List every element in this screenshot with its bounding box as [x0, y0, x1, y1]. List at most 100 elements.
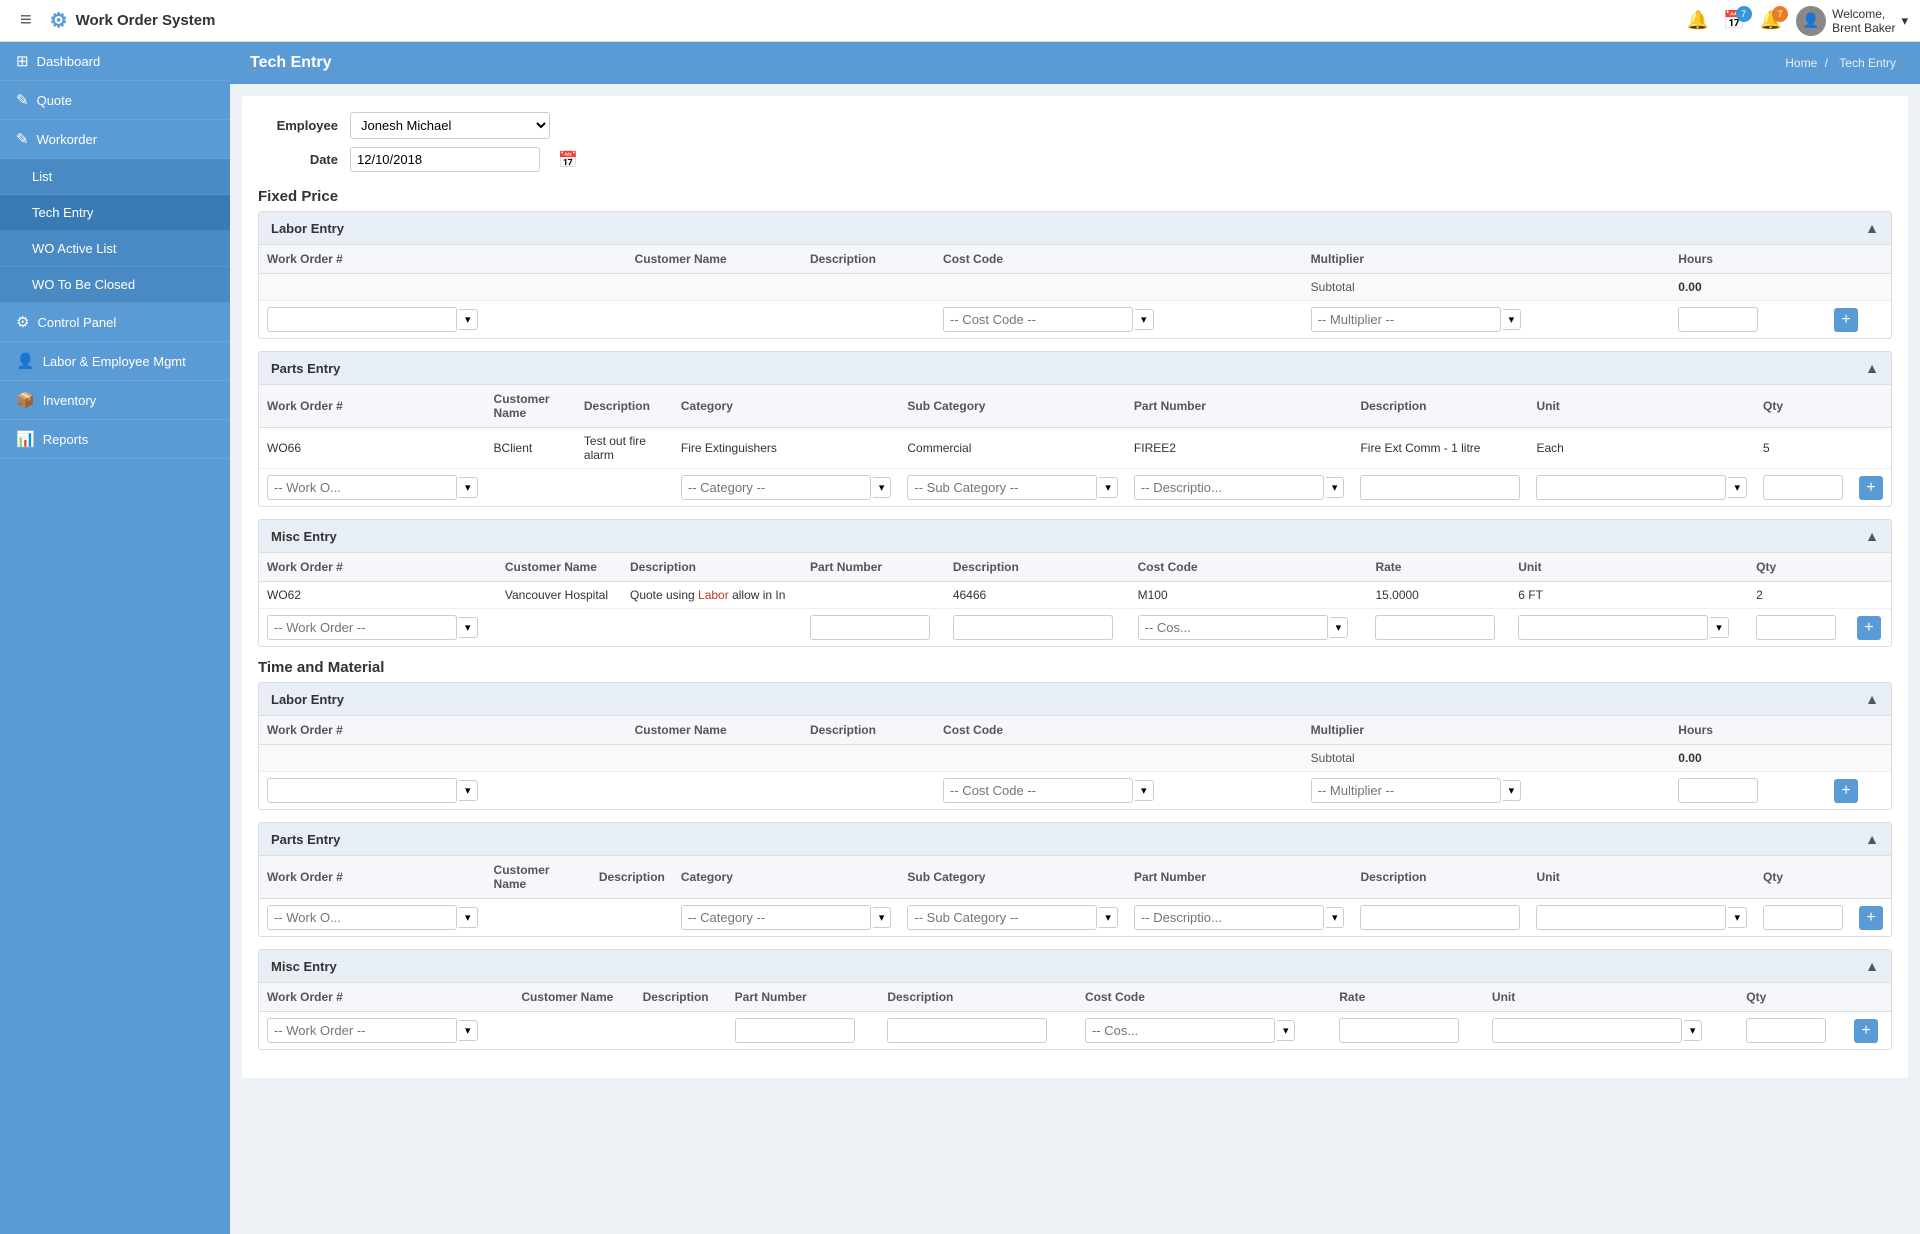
tm-labor-hours-input[interactable] — [1678, 778, 1758, 803]
fp-parts-subcategory-dropdown-btn[interactable]: ▾ — [1099, 477, 1118, 498]
fp-labor-hours-input[interactable] — [1678, 307, 1758, 332]
fp-parts-unit-input[interactable] — [1536, 475, 1726, 500]
tm-labor-wo-dropdown-btn[interactable]: ▾ — [459, 780, 478, 801]
bell-icon: 🔔 — [1687, 10, 1709, 30]
fp-parts-partdesc-input[interactable] — [1360, 475, 1520, 500]
fp-labor-add-button[interactable]: + — [1834, 308, 1858, 332]
fp-parts-category-input[interactable] — [681, 475, 871, 500]
sidebar-item-reports[interactable]: 📊 Reports — [0, 420, 230, 459]
fp-parts-add-button[interactable]: + — [1859, 476, 1883, 500]
tm-misc-col-rate: Rate — [1331, 983, 1484, 1012]
tm-misc-header[interactable]: Misc Entry ▲ — [259, 950, 1891, 983]
sidebar-item-wo-closed[interactable]: WO To Be Closed — [0, 267, 230, 303]
fp-labor-wo-input[interactable] — [267, 307, 457, 332]
calendar-picker-icon[interactable]: 📅 — [558, 150, 578, 170]
tm-misc-costcode-dropdown-btn[interactable]: ▾ — [1277, 1020, 1296, 1041]
fp-parts-partnum-dropdown-btn[interactable]: ▾ — [1326, 477, 1345, 498]
breadcrumb-home[interactable]: Home — [1785, 56, 1817, 70]
tm-misc-qty-input[interactable] — [1746, 1018, 1826, 1043]
fp-labor-multiplier-input[interactable] — [1311, 307, 1501, 332]
tm-parts-header[interactable]: Parts Entry ▲ — [259, 823, 1891, 856]
fp-misc-unit-dropdown-btn[interactable]: ▾ — [1710, 617, 1729, 638]
tm-labor-table: Work Order # Customer Name Description C… — [259, 716, 1891, 809]
tm-parts-unit-dropdown-btn[interactable]: ▾ — [1728, 907, 1747, 928]
fixed-price-misc-header[interactable]: Misc Entry ▲ — [259, 520, 1891, 553]
tm-parts-add-button[interactable]: + — [1859, 906, 1883, 930]
fp-misc-partnum-input[interactable] — [810, 615, 930, 640]
breadcrumb-current: Tech Entry — [1839, 56, 1896, 70]
tm-labor-multiplier-input[interactable] — [1311, 778, 1501, 803]
tm-parts-input-subcategory: ▾ — [899, 899, 1126, 937]
fp-misc-costcode-dropdown-btn[interactable]: ▾ — [1330, 617, 1349, 638]
calendar-nav[interactable]: 📅 7 — [1723, 10, 1745, 31]
fp-parts-unit-dropdown-btn[interactable]: ▾ — [1728, 477, 1747, 498]
fp-parts-wo-input[interactable] — [267, 475, 457, 500]
tm-parts-col-wo: Work Order # — [259, 856, 486, 899]
fp-misc-add-button[interactable]: + — [1857, 616, 1881, 640]
fp-misc-wo-dropdown-btn[interactable]: ▾ — [459, 617, 478, 638]
tm-misc-costcode-input[interactable] — [1085, 1018, 1275, 1043]
fp-parts-category-dropdown-btn[interactable]: ▾ — [873, 477, 892, 498]
tm-misc-partnum-input[interactable] — [735, 1018, 855, 1043]
tm-labor-multiplier-dropdown-btn[interactable]: ▾ — [1503, 780, 1522, 801]
sidebar-item-workorder[interactable]: ✎ Workorder — [0, 120, 230, 159]
tm-parts-qty-input[interactable] — [1763, 905, 1843, 930]
tm-misc-rate-input[interactable] — [1339, 1018, 1459, 1043]
fp-parts-subcategory-input[interactable] — [907, 475, 1097, 500]
alerts-nav[interactable]: 🔔 7 — [1760, 10, 1782, 31]
fp-labor-costcode-dropdown-btn[interactable]: ▾ — [1135, 309, 1154, 330]
fp-misc-partdesc-input[interactable] — [953, 615, 1113, 640]
tm-parts-input-wo: ▾ — [259, 899, 486, 937]
sidebar-item-labor[interactable]: 👤 Labor & Employee Mgmt — [0, 342, 230, 381]
tm-labor-costcode-input[interactable] — [943, 778, 1133, 803]
tm-parts-subcategory-input[interactable] — [907, 905, 1097, 930]
fp-parts-wo-dropdown-btn[interactable]: ▾ — [459, 477, 478, 498]
fp-misc-qty-input[interactable] — [1756, 615, 1836, 640]
tm-misc-unit-input[interactable] — [1492, 1018, 1682, 1043]
tm-labor-wo-input[interactable] — [267, 778, 457, 803]
tm-misc-unit-dropdown-btn[interactable]: ▾ — [1684, 1020, 1703, 1041]
fp-misc-unit-input[interactable] — [1518, 615, 1708, 640]
tm-parts-wo-dropdown-btn[interactable]: ▾ — [459, 907, 478, 928]
fp-misc-rate-input[interactable] — [1375, 615, 1495, 640]
sidebar-item-dashboard[interactable]: ⊞ Dashboard — [0, 42, 230, 81]
employee-select[interactable]: Jonesh Michael — [350, 112, 550, 139]
tm-parts-category-input[interactable] — [681, 905, 871, 930]
fp-parts-partnum-input[interactable] — [1134, 475, 1324, 500]
tm-labor-add-button[interactable]: + — [1834, 779, 1858, 803]
tm-parts-category-dropdown-btn[interactable]: ▾ — [873, 907, 892, 928]
tm-misc-wo-input[interactable] — [267, 1018, 457, 1043]
sidebar-item-list[interactable]: List — [0, 159, 230, 195]
fp-labor-multiplier-dropdown-btn[interactable]: ▾ — [1503, 309, 1522, 330]
tm-parts-unit-input[interactable] — [1536, 905, 1726, 930]
user-menu[interactable]: 👤 Welcome, Brent Baker ▾ — [1796, 6, 1908, 36]
fixed-price-parts-header[interactable]: Parts Entry ▲ — [259, 352, 1891, 385]
tm-parts-wo-input[interactable] — [267, 905, 457, 930]
fp-labor-costcode-input[interactable] — [943, 307, 1133, 332]
labor-icon: 👤 — [16, 352, 35, 370]
hamburger-icon[interactable]: ≡ — [12, 5, 40, 36]
sidebar-item-tech-entry[interactable]: Tech Entry — [0, 195, 230, 231]
tm-misc-add-button[interactable]: + — [1854, 1019, 1878, 1043]
tm-parts-subcategory-dropdown-btn[interactable]: ▾ — [1099, 907, 1118, 928]
employee-label: Employee — [258, 118, 338, 133]
notification-bell[interactable]: 🔔 — [1687, 10, 1709, 31]
sidebar-item-control-panel[interactable]: ⚙ Control Panel — [0, 303, 230, 342]
tm-labor-header[interactable]: Labor Entry ▲ — [259, 683, 1891, 716]
table-row: WO62 Vancouver Hospital Quote using Labo… — [259, 582, 1891, 609]
fixed-price-labor-header[interactable]: Labor Entry ▲ — [259, 212, 1891, 245]
tm-parts-partdesc-input[interactable] — [1360, 905, 1520, 930]
fp-misc-costcode-input[interactable] — [1138, 615, 1328, 640]
tm-labor-costcode-dropdown-btn[interactable]: ▾ — [1135, 780, 1154, 801]
tm-misc-partdesc-input[interactable] — [887, 1018, 1047, 1043]
tm-parts-partnum-input[interactable] — [1134, 905, 1324, 930]
sidebar-item-quote[interactable]: ✎ Quote — [0, 81, 230, 120]
fp-parts-qty-input[interactable] — [1763, 475, 1843, 500]
sidebar-item-wo-active[interactable]: WO Active List — [0, 231, 230, 267]
date-input[interactable] — [350, 147, 540, 172]
sidebar-item-inventory[interactable]: 📦 Inventory — [0, 381, 230, 420]
tm-misc-wo-dropdown-btn[interactable]: ▾ — [459, 1020, 478, 1041]
tm-parts-partnum-dropdown-btn[interactable]: ▾ — [1326, 907, 1345, 928]
fp-misc-wo-input[interactable] — [267, 615, 457, 640]
fp-labor-wo-dropdown-btn[interactable]: ▾ — [459, 309, 478, 330]
